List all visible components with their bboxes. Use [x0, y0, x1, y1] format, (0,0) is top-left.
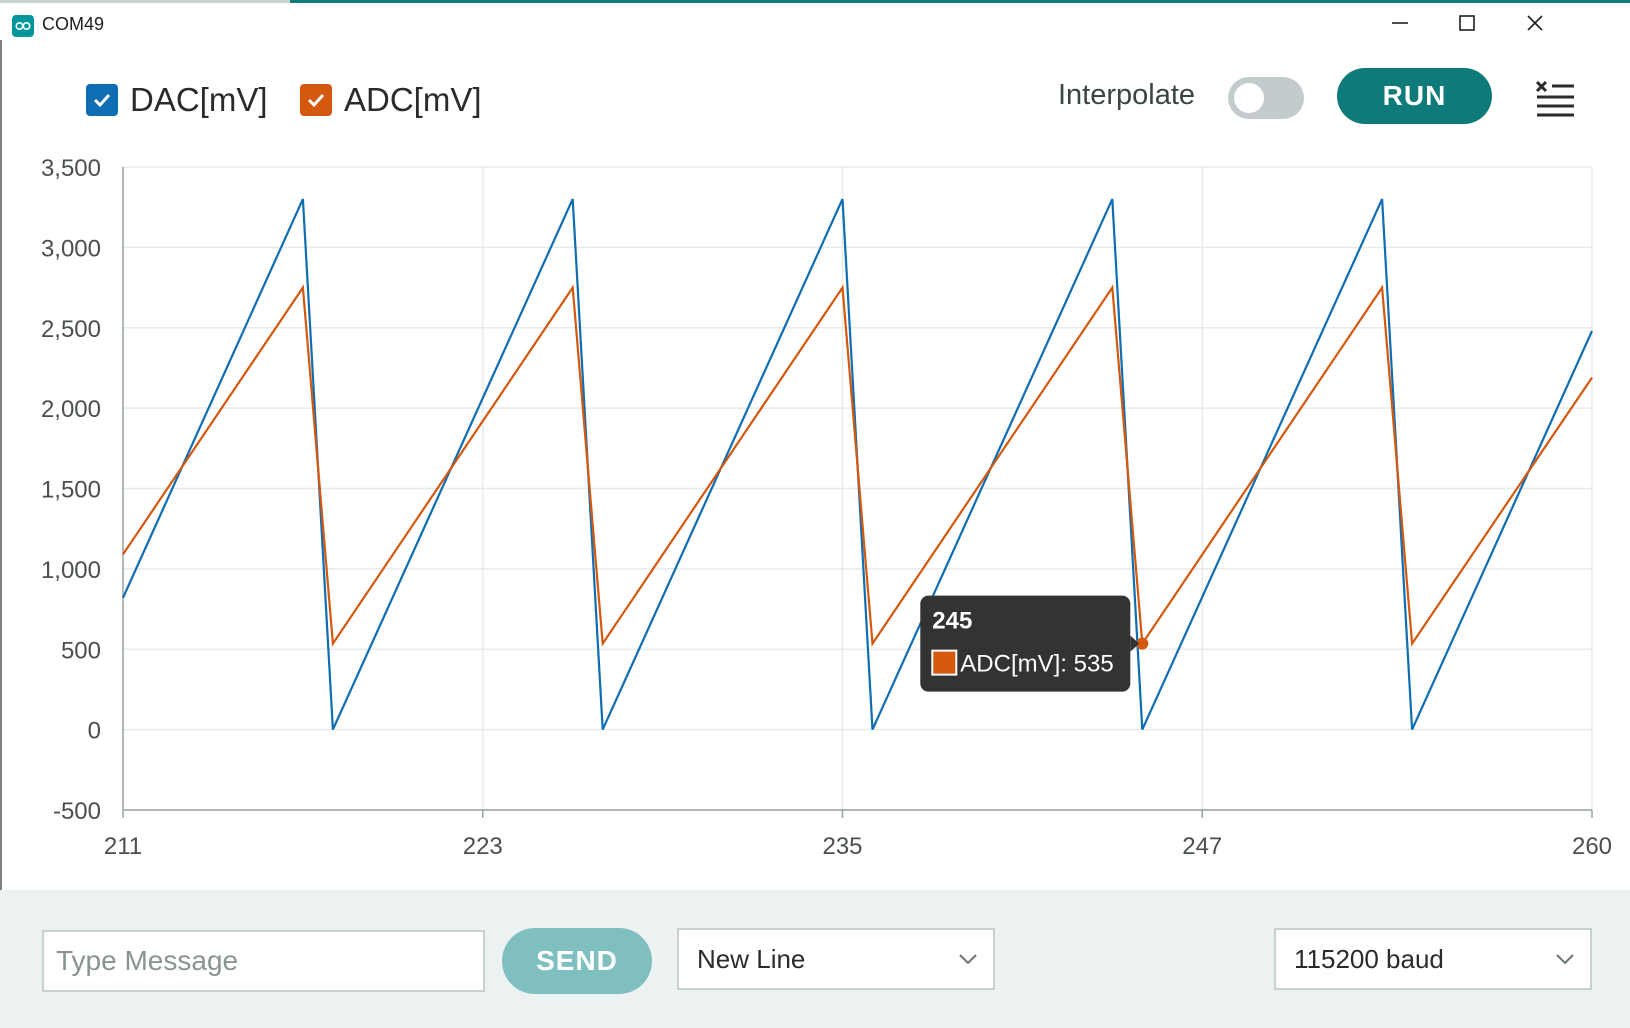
y-tick-label: 0 [88, 718, 101, 745]
clear-button[interactable] [1532, 74, 1580, 122]
checkmark-icon [307, 93, 325, 108]
line-ending-select[interactable]: New Line [677, 928, 995, 990]
plot-area[interactable]: 3,500 3,000 2,500 2,000 1,500 1,000 500 0 -500 21… [0, 140, 1630, 890]
tooltip-value: ADC[mV]: 535 [960, 651, 1113, 678]
y-tick-label: -500 [53, 798, 101, 825]
y-tick-label: 3,500 [41, 155, 101, 182]
minimize-icon [1392, 22, 1408, 24]
plotter-toolbar: DAC[mV] ADC[mV] Interpolate RUN [0, 60, 1630, 140]
y-tick-label: 500 [61, 637, 101, 664]
y-tick-label: 1,500 [41, 477, 101, 504]
clear-list-icon [1535, 80, 1574, 117]
close-button[interactable] [1500, 3, 1570, 43]
run-button[interactable]: RUN [1337, 68, 1492, 124]
tooltip-title: 245 [932, 608, 972, 635]
send-button[interactable]: SEND [502, 928, 652, 994]
x-tick-label: 223 [463, 833, 503, 860]
adc-checkbox[interactable] [300, 84, 332, 116]
interpolate-label: Interpolate [1058, 79, 1196, 111]
close-icon [1527, 15, 1543, 31]
message-input[interactable] [42, 930, 485, 992]
y-tick-label: 1,000 [41, 557, 101, 584]
dac-checkbox[interactable] [86, 84, 118, 116]
x-tick-label: 260 [1572, 833, 1612, 860]
y-tick-label: 2,000 [41, 396, 101, 423]
minimize-button[interactable] [1365, 3, 1435, 43]
title-bar: COM49 [0, 3, 1630, 43]
y-tick-label: 2,500 [41, 316, 101, 343]
series-line-adc-mv [122, 284, 1593, 647]
toggle-knob [1234, 83, 1264, 113]
plot-svg: 3,500 3,000 2,500 2,000 1,500 1,000 500 0 -50021… [41, 155, 1612, 860]
legend-item-adc[interactable]: ADC[mV] [300, 80, 482, 120]
legend-item-dac[interactable]: DAC[mV] [86, 80, 268, 120]
serial-plotter-window: COM49 DAC[mV] ADC[mV] Interpolate RUN 3,… [0, 0, 1630, 1028]
x-tick-label: 235 [822, 833, 862, 860]
x-tick-label: 211 [104, 833, 142, 860]
maximize-icon [1459, 15, 1475, 31]
baud-rate-select[interactable]: 115200 baud [1274, 928, 1592, 990]
window-title: COM49 [42, 14, 105, 34]
baud-rate-value: 115200 baud [1294, 943, 1444, 974]
chevron-down-icon [959, 954, 977, 965]
x-tick-label: 247 [1182, 833, 1222, 860]
line-ending-value: New Line [697, 943, 806, 974]
maximize-button[interactable] [1432, 3, 1502, 43]
legend-label-dac: DAC[mV] [130, 81, 268, 118]
bottom-bar: SEND New Line 115200 baud [0, 890, 1630, 1028]
legend-label-adc: ADC[mV] [344, 81, 482, 118]
tooltip-swatch [931, 649, 958, 676]
chevron-down-icon [1556, 954, 1574, 965]
checkmark-icon [93, 93, 111, 108]
y-tick-label: 3,000 [41, 235, 101, 262]
interpolate-toggle[interactable] [1228, 77, 1304, 119]
arduino-logo-icon [12, 15, 34, 37]
